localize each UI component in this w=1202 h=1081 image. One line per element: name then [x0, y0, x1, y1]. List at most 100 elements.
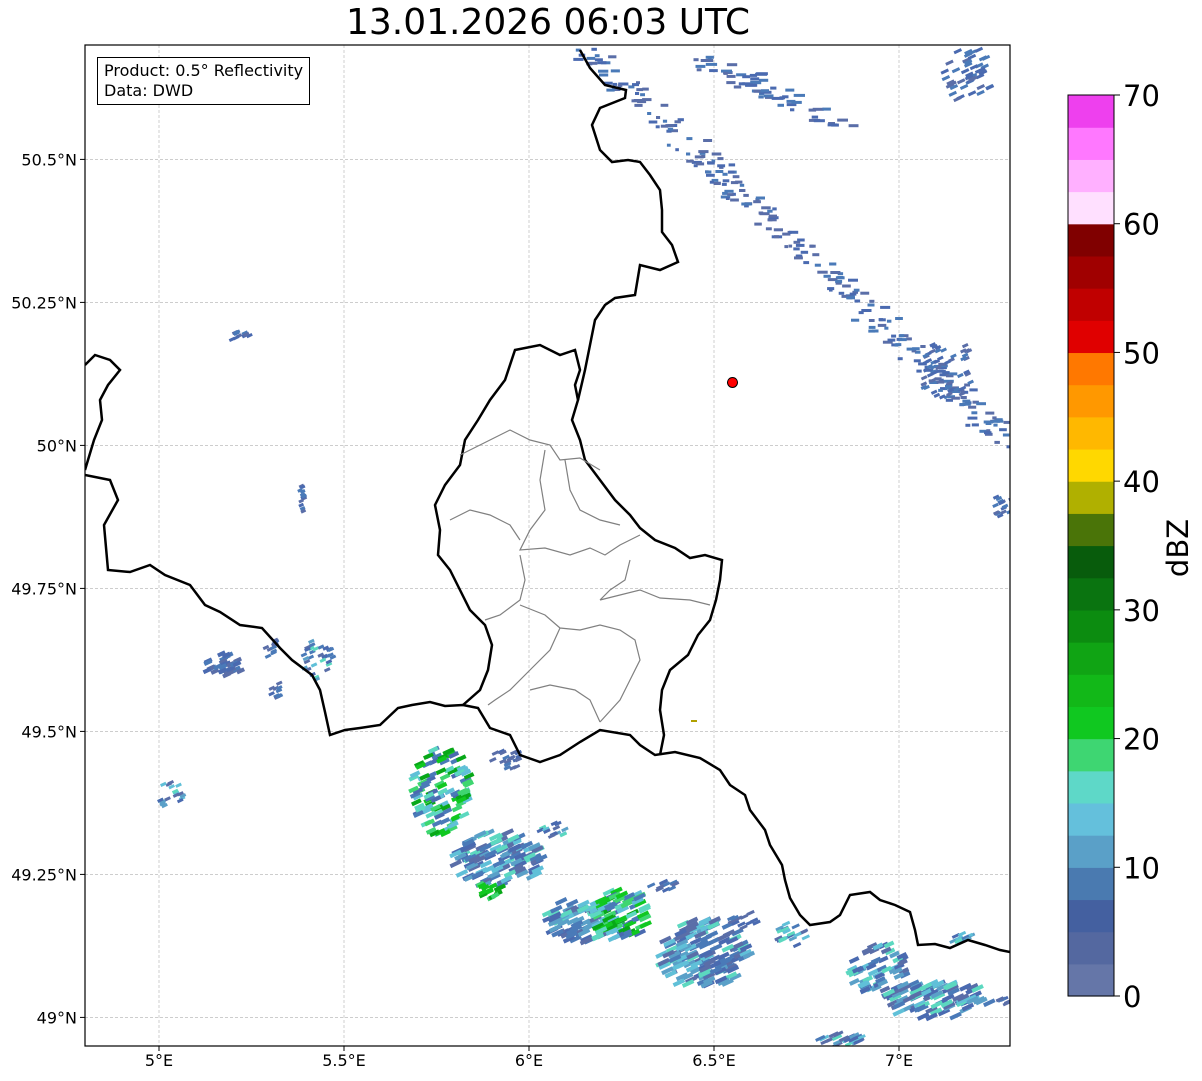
echo-pixel: [790, 108, 795, 112]
echo-pixel: [867, 303, 875, 307]
colorbar-segment: [1068, 255, 1114, 289]
radar-site-dot: [727, 376, 738, 388]
echo-pixel: [897, 357, 903, 361]
echo-pixel: [694, 155, 704, 159]
colorbar-segment: [1068, 963, 1114, 997]
echo-pixel: [993, 423, 998, 427]
echo-pixel: [1015, 445, 1024, 448]
echo-pixel: [726, 63, 738, 67]
echo-pixel: [713, 182, 721, 185]
echo-pixel: [655, 125, 660, 129]
echo-pixel: [773, 228, 783, 232]
echo-pixel: [753, 200, 761, 204]
echo-pixel: [763, 94, 774, 98]
colorbar-tick-label: 30: [1123, 594, 1160, 628]
colorbar-tick-label: 0: [1123, 980, 1141, 1014]
echo-pixel: [829, 262, 837, 266]
echo-pixel: [594, 54, 600, 58]
echo-pixel: [715, 170, 724, 173]
echo-pixel: [814, 263, 821, 267]
echo-pixel: [640, 93, 645, 97]
echo-pixel: [758, 95, 764, 99]
radar-site-marker: [727, 376, 738, 388]
echo-pixel: [809, 244, 816, 248]
colorbar-segment: [1068, 802, 1114, 836]
echo-pixel: [793, 247, 800, 251]
echo-pixel: [949, 372, 958, 376]
echo-pixel: [868, 325, 876, 329]
echo-pixel: [758, 211, 764, 215]
echo-pixel: [666, 143, 671, 147]
echo-pixel: [610, 69, 620, 73]
echo-pixel: [739, 183, 745, 187]
echo-pixel: [636, 88, 644, 92]
echo-pixel: [848, 124, 859, 128]
echo-pixel: [686, 159, 694, 163]
echo-pixel: [632, 83, 639, 87]
echo-pixel: [992, 416, 997, 420]
echo-pixel: [707, 161, 715, 165]
echo-pixel: [705, 62, 718, 66]
echo-pixel: [1002, 433, 1010, 437]
echo-pixel: [887, 338, 896, 342]
echo-pixel: [665, 124, 675, 128]
echo-pixel: [755, 72, 767, 76]
colorbar-segment: [1068, 738, 1114, 772]
echo-pixel: [886, 319, 892, 323]
echo-pixel: [725, 197, 730, 200]
echo-pixel: [608, 55, 617, 59]
echo-pixel: [846, 296, 855, 300]
echo-pixel: [732, 175, 740, 179]
echo-pixel: [606, 88, 615, 92]
echo-pixel: [967, 416, 978, 420]
echo-pixel: [617, 83, 623, 87]
echo-pixel: [745, 83, 756, 87]
echo-pixel: [838, 291, 845, 295]
echo-pixel: [791, 100, 802, 104]
echo-pixel: [642, 87, 649, 91]
colorbar-tick-label: 20: [1123, 723, 1160, 757]
echo-pixel: [735, 180, 743, 184]
echo-pixel: [898, 334, 905, 338]
echo-pixel: [812, 107, 824, 111]
colorbar-segment: [1068, 674, 1114, 707]
echo-pixel: [691, 720, 697, 722]
echo-pixel: [785, 88, 795, 92]
echo-pixel: [573, 57, 584, 61]
echo-pixel: [968, 405, 977, 409]
echo-pixel: [728, 163, 736, 167]
lat-tick-label: 50°N: [37, 436, 77, 455]
colorbar-segment: [1068, 706, 1114, 740]
echo-pixel: [705, 59, 714, 62]
echo-pixel: [705, 55, 714, 59]
product-label: Product: 0.5° Reflectivity: [104, 61, 304, 80]
echo-pixel: [1006, 445, 1010, 449]
lat-tick-label: 49°N: [37, 1008, 77, 1027]
echo-pixel: [984, 431, 992, 435]
echo-pixel: [797, 238, 805, 242]
echo-pixel: [738, 82, 745, 86]
echo-pixel: [706, 173, 715, 177]
echo-pixel: [696, 68, 702, 72]
map-background: [85, 45, 1010, 1046]
echo-pixel: [971, 411, 978, 415]
echo-pixel: [837, 276, 844, 279]
echo-pixel: [822, 107, 831, 111]
echo-pixel: [999, 428, 1007, 432]
echo-pixel: [723, 71, 728, 75]
colorbar-segment: [1068, 642, 1114, 675]
echo-pixel: [842, 284, 851, 288]
echo-pixel: [594, 58, 603, 62]
echo-pixel: [976, 402, 986, 406]
echo-pixel: [877, 323, 887, 327]
echo-pixel: [767, 209, 773, 213]
echo-pixel: [823, 274, 831, 278]
echo-pixel: [637, 100, 647, 104]
lon-tick-label: 5.5°E: [322, 1051, 366, 1070]
echo-pixel: [703, 139, 713, 142]
lat-tick-label: 49.25°N: [11, 865, 77, 884]
echo-pixel: [675, 148, 679, 152]
echo-pixel: [733, 85, 742, 89]
colorbar-segment: [1068, 127, 1114, 160]
echo-pixel: [817, 270, 828, 274]
